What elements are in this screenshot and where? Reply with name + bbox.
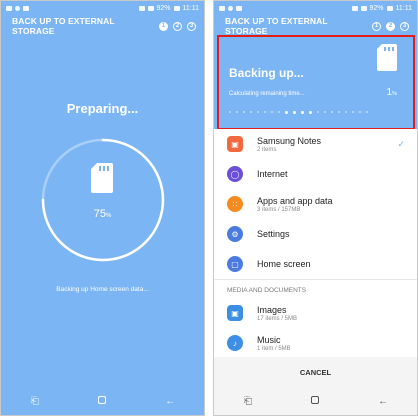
step-two-icon: 2: [173, 21, 182, 31]
item-name: Images: [257, 304, 287, 315]
back-button[interactable]: ←: [160, 396, 180, 407]
navigation-bar: ⎗ ←: [1, 387, 204, 415]
app-bar: BACK UP TO EXTERNAL STORAGE 1 2 3: [214, 15, 417, 37]
back-button[interactable]: ←: [373, 396, 393, 407]
wifi-icon: [138, 5, 145, 11]
music-icon: ♪: [227, 335, 243, 351]
apps-icon: ∷: [227, 196, 243, 212]
check-icon: ✓: [397, 138, 405, 149]
app-bar: BACK UP TO EXTERNAL STORAGE 1 2 3: [1, 15, 204, 37]
item-size: 3 items / 157MB: [257, 206, 301, 213]
clock: 11:11: [182, 4, 199, 12]
screen-title: BACK UP TO EXTERNAL STORAGE: [12, 16, 115, 36]
backup-header: 92% 11:11 BACK UP TO EXTERNAL STORAGE 1 …: [214, 1, 417, 130]
signal-icon: [147, 5, 154, 11]
backup-progress-note: Backing up Home screen data...: [56, 286, 149, 293]
list-item[interactable]: ⚙ Settings: [214, 219, 417, 249]
home-button[interactable]: [305, 395, 325, 407]
battery-level: 92%: [156, 4, 171, 12]
settings-icon: ⚙: [227, 226, 243, 242]
step-one-icon: 1: [159, 21, 168, 31]
notification-icon: [228, 5, 233, 11]
left-screen: 92% 11:11 BACK UP TO EXTERNAL STORAGE 1 …: [0, 0, 205, 416]
backup-item-list: ▣ Samsung Notes 2 items ✓ ◯ Internet ∷ A…: [214, 129, 417, 358]
battery-icon: [173, 5, 180, 11]
home-screen-icon: ▢: [227, 256, 243, 272]
wifi-icon: [351, 5, 358, 11]
list-item[interactable]: ◯ Internet: [214, 159, 417, 189]
notification-icon: [15, 5, 20, 11]
recent-apps-button[interactable]: ⎗: [25, 396, 45, 407]
item-size: 1 item / 5MB: [257, 345, 291, 352]
progress-ring: [38, 135, 168, 265]
item-size: 17 items / 5MB: [257, 315, 298, 322]
sd-notification-icon: [236, 5, 242, 11]
battery-level: 92%: [369, 4, 384, 12]
item-name: Music: [257, 334, 281, 345]
step-one-icon: 1: [372, 21, 381, 31]
step-three-icon: 3: [400, 21, 409, 31]
highlight-box: [217, 35, 415, 130]
images-icon: ▣: [227, 305, 243, 321]
step-two-icon: 2: [386, 21, 395, 31]
item-name: Internet: [257, 169, 288, 179]
list-item[interactable]: ▢ Home screen: [214, 249, 417, 279]
notes-icon: ▣: [227, 136, 243, 152]
right-screen: 92% 11:11 BACK UP TO EXTERNAL STORAGE 1 …: [213, 0, 418, 416]
image-notification-icon: [219, 5, 225, 11]
signal-icon: [360, 5, 367, 11]
internet-icon: ◯: [227, 166, 243, 182]
status-bar: 92% 11:11: [1, 1, 204, 15]
item-name: Settings: [257, 229, 290, 239]
image-notification-icon: [6, 5, 12, 11]
list-item[interactable]: ∷ Apps and app data 3 items / 157MB: [214, 189, 417, 219]
step-three-icon: 3: [187, 21, 196, 31]
section-header: MEDIA AND DOCUMENTS: [214, 279, 417, 298]
list-item[interactable]: ▣ Images 17 items / 5MB: [214, 298, 417, 328]
screen-title: BACK UP TO EXTERNAL STORAGE: [225, 16, 328, 36]
preparing-status: Preparing...: [66, 101, 139, 116]
sd-notification-icon: [23, 5, 29, 11]
list-item[interactable]: ▣ Samsung Notes 2 items ✓: [214, 129, 417, 159]
home-button[interactable]: [92, 395, 112, 407]
sd-card-icon: [91, 163, 113, 193]
item-name: Apps and app data: [257, 195, 333, 206]
navigation-bar: ⎗ ←: [214, 387, 417, 415]
progress-percent: 75%: [93, 208, 112, 220]
recent-apps-button[interactable]: ⎗: [238, 396, 258, 407]
item-name: Samsung Notes: [257, 135, 322, 146]
battery-icon: [386, 5, 393, 11]
clock: 11:11: [395, 4, 412, 12]
status-bar: 92% 11:11: [214, 1, 417, 15]
cancel-button[interactable]: CANCEL: [214, 357, 417, 387]
list-item[interactable]: ♪ Music 1 item / 5MB: [214, 328, 417, 358]
item-name: Home screen: [257, 259, 311, 269]
item-size: 2 items: [257, 146, 277, 153]
